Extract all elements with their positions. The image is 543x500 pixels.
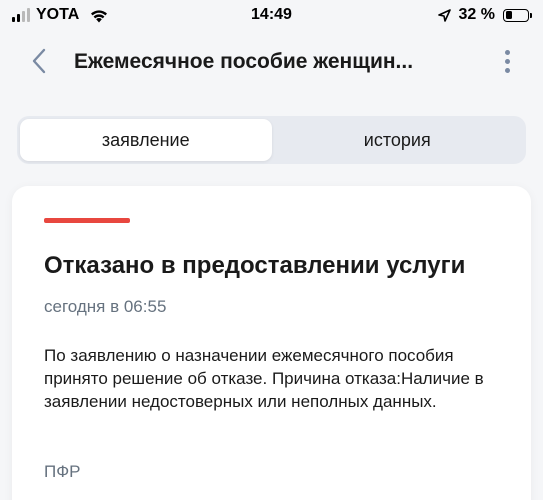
status-card: Отказано в предоставлении услуги сегодня… [12, 186, 531, 500]
card-text: По заявлению о назначении ежемесячного п… [44, 346, 484, 411]
battery-icon [503, 8, 532, 22]
tab-bar: заявление история [17, 116, 526, 164]
app-header: Ежемесячное пособие женщин... [0, 38, 543, 88]
more-button[interactable] [495, 46, 519, 76]
battery-level [505, 11, 513, 19]
location-arrow-icon [437, 8, 451, 22]
status-right: 32 % [437, 6, 532, 24]
card-date: сегодня в 06:55 [44, 297, 167, 316]
battery-percent: 32 % [458, 6, 495, 23]
page-title: Ежемесячное пособие женщин... [74, 50, 414, 73]
status-indicator [44, 218, 130, 223]
back-button[interactable] [24, 46, 54, 76]
tab-application[interactable]: заявление [20, 119, 272, 161]
card-title: Отказано в предоставлении услуги [44, 252, 466, 279]
status-bar: YOTA 14:49 32 % [0, 0, 543, 30]
chevron-left-icon [32, 48, 46, 74]
more-vertical-icon [504, 49, 510, 55]
card-source: ПФР [44, 462, 81, 481]
tab-history[interactable]: история [272, 119, 524, 161]
